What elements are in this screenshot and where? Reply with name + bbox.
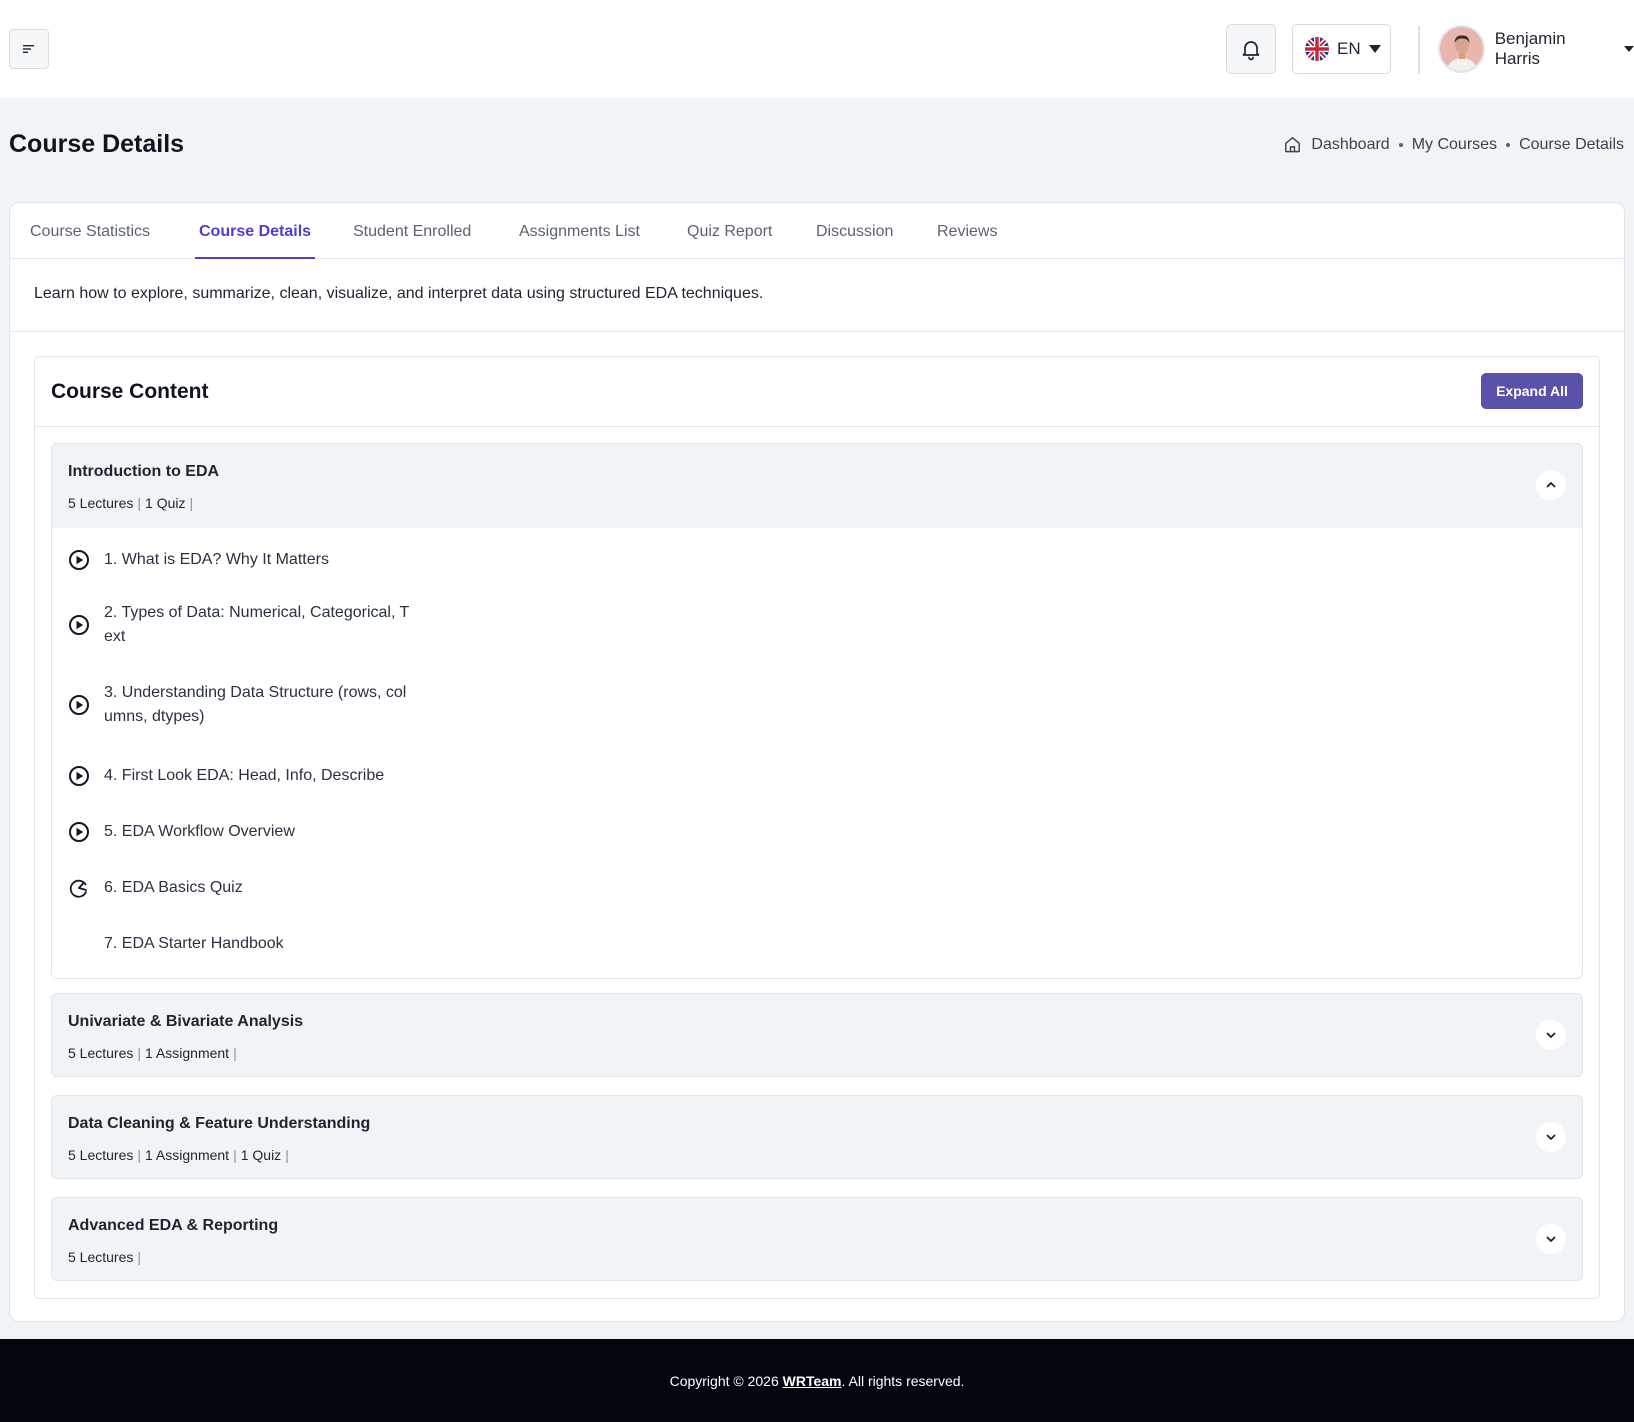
expand-section-button[interactable]: [1536, 1020, 1566, 1050]
notifications-button[interactable]: [1226, 24, 1276, 74]
expand-section-button[interactable]: [1536, 1224, 1566, 1254]
uk-flag-icon: [1305, 37, 1329, 61]
meta-item: 1 Quiz: [145, 495, 186, 511]
lesson-item[interactable]: 7. EDA Starter Handbook: [68, 932, 414, 956]
chevron-down-icon: [1546, 1134, 1556, 1140]
play-circle-icon: [68, 765, 90, 787]
play-circle-icon: [68, 614, 90, 636]
footer-copyright: Copyright © 2026: [669, 1372, 783, 1389]
top-header: EN Benjamin Harris: [0, 0, 1634, 98]
header-divider: [1418, 26, 1420, 74]
course-details-card: Course Statistics Course Details Student…: [9, 202, 1625, 1322]
breadcrumb: Dashboard My Courses Course Details: [1283, 135, 1624, 154]
lesson-item[interactable]: 4. First Look EDA: Head, Info, Describe: [68, 764, 414, 788]
section-data-cleaning[interactable]: Data Cleaning & Feature Understanding 5 …: [51, 1095, 1583, 1179]
chevron-down-icon: [1546, 1032, 1556, 1038]
lesson-item[interactable]: 5. EDA Workflow Overview: [68, 820, 414, 844]
expand-all-button[interactable]: Expand All: [1481, 373, 1583, 409]
meta-item: 5 Lectures: [68, 1147, 134, 1163]
tab-quiz-report[interactable]: Quiz Report: [687, 223, 772, 257]
breadcrumb-separator: [1398, 142, 1403, 147]
section-introduction-to-eda: Introduction to EDA 5 Lectures | 1 Quiz | 1…: [51, 443, 1583, 979]
lesson-item[interactable]: 1. What is EDA? Why It Matters: [68, 548, 414, 572]
breadcrumb-separator: [1506, 142, 1511, 147]
tab-assignments-list[interactable]: Assignments List: [519, 223, 640, 257]
play-circle-icon: [68, 821, 90, 843]
lesson-item[interactable]: 2. Types of Data: Numerical, Categorical…: [68, 601, 414, 649]
language-code: EN: [1337, 39, 1361, 58]
course-content-header: Course Content Expand All: [35, 357, 1599, 427]
chevron-down-icon: [1368, 45, 1381, 53]
home-icon[interactable]: [1283, 135, 1302, 154]
user-name: Benjamin Harris: [1494, 29, 1566, 68]
user-menu[interactable]: Benjamin Harris: [1438, 24, 1634, 74]
course-tabs: Course Statistics Course Details Student…: [10, 203, 1624, 259]
section-title[interactable]: Introduction to EDA: [68, 463, 219, 481]
footer-rights: . All rights reserved.: [841, 1372, 965, 1389]
lesson-title: 5. EDA Workflow Overview: [104, 823, 295, 840]
play-circle-icon: [68, 549, 90, 571]
document-icon: [68, 933, 90, 955]
breadcrumb-current: Course Details: [1519, 135, 1624, 153]
footer: Copyright © 2026 WRTeam. All rights rese…: [0, 1339, 1634, 1422]
tab-discussion[interactable]: Discussion: [816, 223, 893, 257]
lesson-item[interactable]: 6. EDA Basics Quiz: [68, 876, 414, 900]
breadcrumb-dashboard[interactable]: Dashboard: [1311, 136, 1389, 154]
chevron-down-icon: [1624, 46, 1634, 52]
chevron-down-icon: [1546, 1236, 1556, 1242]
tab-course-statistics[interactable]: Course Statistics: [30, 223, 150, 257]
avatar: [1438, 25, 1485, 73]
course-description: Learn how to explore, summarize, clean, …: [34, 285, 764, 302]
lesson-title: 7. EDA Starter Handbook: [104, 935, 284, 952]
section-meta: 5 Lectures | 1 Assignment |: [68, 1045, 237, 1061]
play-circle-icon: [68, 694, 90, 716]
lesson-title: 6. EDA Basics Quiz: [104, 879, 243, 896]
lesson-list: 1. What is EDA? Why It Matters 2. Types …: [52, 528, 1582, 978]
language-selector[interactable]: EN: [1292, 24, 1391, 74]
lesson-item[interactable]: 3. Understanding Data Structure (rows, c…: [68, 681, 414, 729]
section-meta: 5 Lectures | 1 Assignment | 1 Quiz |: [68, 1147, 289, 1163]
meta-item: 5 Lectures: [68, 495, 134, 511]
footer-company-link[interactable]: WRTeam: [783, 1373, 842, 1389]
collapse-section-button[interactable]: [1536, 470, 1566, 500]
course-content-title: Course Content: [51, 380, 209, 403]
course-content-panel: Course Content Expand All Introduction t…: [34, 356, 1600, 1299]
lesson-title: 3. Understanding Data Structure (rows, c…: [104, 684, 407, 725]
bell-icon: [1242, 41, 1260, 61]
section-title[interactable]: Univariate & Bivariate Analysis: [68, 1013, 303, 1031]
divider: [10, 331, 1624, 332]
section-meta: 5 Lectures |: [68, 1249, 142, 1265]
section-advanced-eda[interactable]: Advanced EDA & Reporting 5 Lectures |: [51, 1197, 1583, 1281]
section-univariate-bivariate[interactable]: Univariate & Bivariate Analysis 5 Lectur…: [51, 993, 1583, 1077]
menu-icon: [23, 45, 34, 53]
section-title[interactable]: Data Cleaning & Feature Understanding: [68, 1115, 370, 1133]
section-title[interactable]: Advanced EDA & Reporting: [68, 1217, 278, 1235]
sidebar-toggle-button[interactable]: [9, 29, 49, 69]
meta-item: 5 Lectures: [68, 1045, 134, 1061]
lesson-title: 1. What is EDA? Why It Matters: [104, 551, 329, 568]
quiz-timer-icon: [68, 877, 90, 899]
meta-item: 5 Lectures: [68, 1249, 134, 1265]
section-meta: 5 Lectures | 1 Quiz |: [68, 495, 194, 511]
lesson-title: 4. First Look EDA: Head, Info, Describe: [104, 767, 385, 784]
tab-reviews[interactable]: Reviews: [937, 223, 997, 257]
breadcrumb-my-courses[interactable]: My Courses: [1412, 136, 1497, 154]
tab-course-details[interactable]: Course Details: [195, 223, 316, 259]
meta-item: 1 Quiz: [240, 1147, 282, 1163]
lesson-title: 2. Types of Data: Numerical, Categorical…: [104, 604, 410, 645]
chevron-up-icon: [1546, 482, 1556, 488]
meta-item: 1 Assignment: [145, 1045, 230, 1061]
page-title: Course Details: [9, 130, 185, 158]
expand-section-button[interactable]: [1536, 1122, 1566, 1152]
tab-student-enrolled[interactable]: Student Enrolled: [353, 223, 471, 257]
meta-item: 1 Assignment: [145, 1147, 230, 1163]
